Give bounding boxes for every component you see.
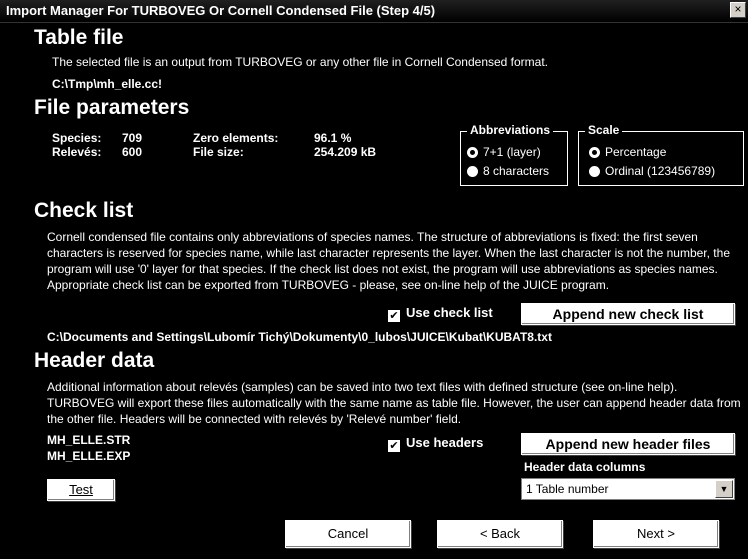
check-list-path: C:\Documents and Settings\Lubomír Tichý\…: [47, 330, 552, 344]
header-data-description: Additional information about relevés (sa…: [47, 380, 741, 426]
check-list-heading: Check list: [34, 199, 134, 222]
cancel-button[interactable]: Cancel: [285, 520, 411, 548]
abbrev-option-7plus1[interactable]: 7+1 (layer): [467, 145, 541, 159]
radio-selected-icon: [589, 147, 600, 158]
header-columns-select[interactable]: 1 Table number ▼: [521, 478, 735, 500]
radio-icon: [589, 166, 600, 177]
abbrev-option-label: 8 characters: [483, 164, 550, 178]
header-data-heading: Header data: [34, 349, 155, 372]
use-check-list-label: Use check list: [406, 305, 493, 320]
header-columns-label: Header data columns: [524, 460, 646, 474]
check-list-description: Cornell condensed file contains only abb…: [47, 230, 730, 292]
releves-value: 600: [122, 145, 143, 159]
checkmark-icon: ✔: [388, 440, 400, 452]
zero-elements-label: Zero elements:: [193, 131, 279, 145]
window-title: Import Manager For TURBOVEG Or Cornell C…: [6, 3, 436, 18]
checkmark-icon: ✔: [388, 310, 400, 322]
append-header-files-button[interactable]: Append new header files: [521, 433, 735, 455]
table-file-description: The selected file is an output from TURB…: [52, 55, 549, 69]
radio-icon: [467, 166, 478, 177]
chevron-down-icon[interactable]: ▼: [715, 480, 733, 498]
scale-legend: Scale: [585, 123, 623, 137]
title-bar: Import Manager For TURBOVEG Or Cornell C…: [0, 0, 748, 23]
scale-group: Scale Percentage Ordinal (123456789): [578, 123, 744, 186]
scale-option-label: Percentage: [605, 145, 667, 159]
header-file-str: MH_ELLE.STR: [47, 433, 131, 447]
header-columns-value: 1 Table number: [526, 482, 609, 496]
close-icon[interactable]: ×: [730, 2, 746, 18]
radio-selected-icon: [467, 147, 478, 158]
file-size-label: File size:: [193, 145, 244, 159]
scale-option-ordinal[interactable]: Ordinal (123456789): [589, 164, 715, 178]
scale-option-percentage[interactable]: Percentage: [589, 145, 666, 159]
use-headers-label: Use headers: [406, 435, 484, 450]
header-file-exp: MH_ELLE.EXP: [47, 449, 131, 463]
abbreviations-group: Abbreviations 7+1 (layer) 8 characters: [460, 123, 568, 186]
append-check-list-button[interactable]: Append new check list: [521, 303, 735, 325]
releves-label: Relevés:: [52, 145, 102, 159]
species-value: 709: [122, 131, 143, 145]
table-file-path: C:\Tmp\mh_elle.cc!: [52, 77, 163, 91]
zero-elements-value: 96.1 %: [314, 131, 352, 145]
table-file-heading: Table file: [34, 26, 124, 49]
file-parameters-heading: File parameters: [34, 96, 190, 119]
next-button[interactable]: Next >: [593, 520, 719, 548]
use-check-list-checkbox[interactable]: ✔ Use check list: [388, 305, 493, 322]
abbreviations-legend: Abbreviations: [467, 123, 554, 137]
back-button[interactable]: < Back: [437, 520, 563, 548]
use-headers-checkbox[interactable]: ✔ Use headers: [388, 435, 483, 452]
abbrev-option-8chars[interactable]: 8 characters: [467, 164, 549, 178]
file-size-value: 254.209 kB: [314, 145, 377, 159]
test-button-label: Test: [69, 482, 93, 497]
abbrev-option-label: 7+1 (layer): [483, 145, 541, 159]
test-button[interactable]: Test: [47, 479, 115, 501]
scale-option-label: Ordinal (123456789): [605, 164, 716, 178]
species-label: Species:: [52, 131, 102, 145]
